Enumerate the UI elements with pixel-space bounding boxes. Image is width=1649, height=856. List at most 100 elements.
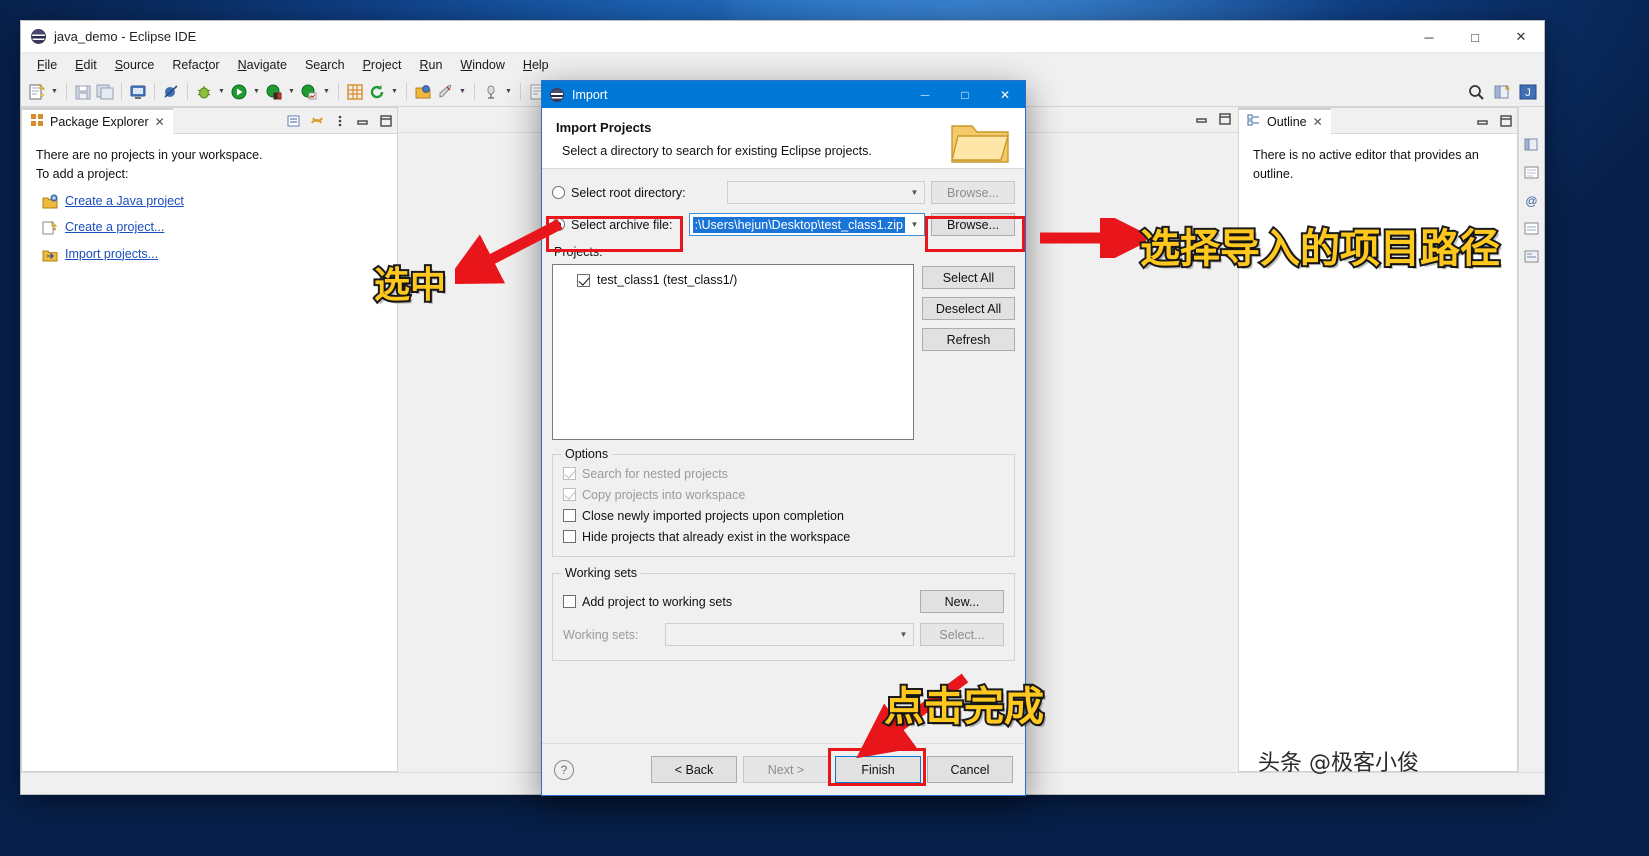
menu-file[interactable]: File [29, 56, 65, 74]
close-button[interactable]: ✕ [1498, 21, 1544, 53]
open-type-icon[interactable] [413, 82, 433, 102]
save-icon[interactable] [73, 82, 93, 102]
perspective-switch-icon[interactable] [1524, 137, 1539, 152]
chevron-down-icon[interactable]: ▼ [905, 182, 924, 203]
archive-file-radio[interactable] [552, 218, 565, 231]
eclipse-logo-icon [550, 87, 564, 102]
minimize-button[interactable]: ─ [1406, 21, 1452, 53]
dialog-minimize-button[interactable]: ─ [905, 81, 945, 108]
task-list-icon[interactable] [1524, 221, 1539, 236]
open-perspective-icon[interactable] [1492, 82, 1512, 102]
project-checkbox[interactable] [577, 273, 590, 287]
menu-search[interactable]: Search [297, 56, 353, 74]
profile-dropdown-icon[interactable]: ▼ [321, 83, 332, 101]
minimize-icon[interactable] [1195, 112, 1209, 126]
link-row-create-project[interactable]: Create a project... [42, 218, 383, 237]
new-java-package-icon[interactable] [345, 82, 365, 102]
debug-dropdown-icon[interactable]: ▼ [216, 83, 227, 101]
menu-source[interactable]: Source [107, 56, 163, 74]
maximize-button[interactable]: □ [1452, 21, 1498, 53]
finish-button[interactable]: Finish [835, 756, 921, 783]
menu-window[interactable]: Window [452, 56, 512, 74]
external-tools-icon[interactable] [481, 82, 501, 102]
console-icon[interactable] [128, 82, 148, 102]
skip-breakpoints-icon[interactable] [161, 82, 181, 102]
root-directory-browse-button[interactable]: Browse... [931, 181, 1015, 204]
menu-project[interactable]: Project [355, 56, 410, 74]
chevron-down-icon[interactable]: ▼ [905, 214, 924, 235]
archive-file-value[interactable]: :\Users\hejun\Desktop\test_class1.zip [692, 216, 905, 233]
tab-package-explorer[interactable]: Package Explorer ✕ [22, 107, 173, 134]
run-icon[interactable] [229, 82, 249, 102]
add-working-sets-checkbox[interactable] [563, 595, 576, 608]
dialog-header: Import Projects Select a directory to se… [542, 108, 1025, 169]
archive-file-browse-button[interactable]: Browse... [931, 213, 1015, 236]
maximize-icon[interactable] [1499, 114, 1513, 128]
link-row-create-java-project[interactable]: Create a Java project [42, 192, 383, 211]
back-button[interactable]: < Back [651, 756, 737, 783]
add-working-sets-row: Add project to working sets New... [563, 590, 1004, 613]
tab-outline-label: Outline [1267, 114, 1307, 129]
deselect-all-button[interactable]: Deselect All [922, 297, 1015, 320]
list-item[interactable]: test_class1 (test_class1/) [577, 273, 907, 287]
refresh-dropdown-icon[interactable]: ▼ [389, 83, 400, 101]
option-close-imported[interactable]: Close newly imported projects upon compl… [563, 505, 1004, 526]
menu-run[interactable]: Run [411, 56, 450, 74]
minimize-icon[interactable] [1476, 114, 1490, 128]
menu-edit[interactable]: Edit [67, 56, 105, 74]
run-dropdown-icon[interactable]: ▼ [251, 83, 262, 101]
next-button[interactable]: Next > [743, 756, 829, 783]
link-import-projects[interactable]: Import projects... [65, 245, 158, 264]
java-perspective-icon[interactable]: J [1518, 82, 1538, 102]
dialog-close-button[interactable]: ✕ [985, 81, 1025, 108]
new-wizard-icon[interactable] [27, 82, 47, 102]
select-all-button[interactable]: Select All [922, 266, 1015, 289]
hide-existing-checkbox[interactable] [563, 530, 576, 543]
refresh-button[interactable]: Refresh [922, 328, 1015, 351]
close-imported-checkbox[interactable] [563, 509, 576, 522]
collapse-all-icon[interactable] [287, 114, 301, 128]
menu-refactor[interactable]: Refactor [164, 56, 227, 74]
coverage-icon[interactable] [264, 82, 284, 102]
dialog-footer: ? < Back Next > Finish Cancel [542, 743, 1025, 795]
new-wizard-dropdown-icon[interactable]: ▼ [49, 83, 60, 101]
projects-list[interactable]: test_class1 (test_class1/) [552, 264, 914, 440]
menu-navigate[interactable]: Navigate [230, 56, 295, 74]
link-create-project[interactable]: Create a project... [65, 218, 164, 237]
save-all-icon[interactable] [95, 82, 115, 102]
tab-outline[interactable]: Outline ✕ [1239, 107, 1331, 134]
console-view-icon[interactable] [1524, 249, 1539, 264]
search-icon[interactable] [1466, 82, 1486, 102]
dialog-titlebar: Import ─ □ ✕ [542, 81, 1025, 108]
root-directory-radio[interactable] [552, 186, 565, 199]
tab-close-icon[interactable]: ✕ [1313, 115, 1323, 129]
dialog-maximize-button[interactable]: □ [945, 81, 985, 108]
problems-icon[interactable] [1524, 165, 1539, 180]
profile-icon[interactable] [299, 82, 319, 102]
link-with-editor-icon[interactable] [310, 114, 324, 128]
select-working-set-button[interactable]: Select... [920, 623, 1004, 646]
external-tools-dropdown-icon[interactable]: ▼ [503, 83, 514, 101]
minimize-icon[interactable] [356, 114, 370, 128]
menu-help[interactable]: Help [515, 56, 557, 74]
maximize-icon[interactable] [379, 114, 393, 128]
at-sign-icon[interactable]: @ [1524, 193, 1539, 208]
launch-icon[interactable] [435, 82, 455, 102]
search-nested-checkbox [563, 467, 576, 480]
option-hide-existing[interactable]: Hide projects that already exist in the … [563, 526, 1004, 547]
root-directory-combo[interactable]: ▼ [727, 181, 925, 204]
coverage-dropdown-icon[interactable]: ▼ [286, 83, 297, 101]
archive-file-combo[interactable]: :\Users\hejun\Desktop\test_class1.zip ▼ [688, 213, 925, 236]
view-menu-icon[interactable] [333, 114, 347, 128]
toolbar-separator [474, 83, 475, 100]
cancel-button[interactable]: Cancel [927, 756, 1013, 783]
maximize-icon[interactable] [1218, 112, 1232, 126]
debug-icon[interactable] [194, 82, 214, 102]
launch-dropdown-icon[interactable]: ▼ [457, 83, 468, 101]
refresh-icon[interactable] [367, 82, 387, 102]
help-icon[interactable]: ? [554, 759, 574, 780]
tab-close-icon[interactable]: ✕ [155, 115, 165, 129]
link-row-import-projects[interactable]: Import projects... [42, 245, 383, 264]
link-create-java-project[interactable]: Create a Java project [65, 192, 184, 211]
new-working-set-button[interactable]: New... [920, 590, 1004, 613]
